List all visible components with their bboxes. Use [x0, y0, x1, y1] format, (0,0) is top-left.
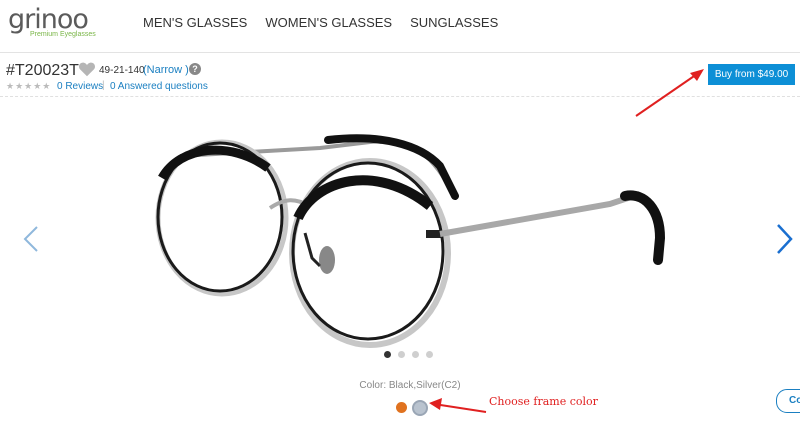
- site-logo[interactable]: grinoo Premium Eyeglasses: [8, 4, 108, 40]
- heart-icon[interactable]: [78, 61, 96, 77]
- nav-sunglasses[interactable]: SUNGLASSES: [410, 15, 498, 30]
- carousel-dot[interactable]: [412, 351, 419, 358]
- color-label: Color: Black,Silver(C2): [359, 380, 461, 391]
- annotation-arrowhead-color: [429, 398, 442, 410]
- main-nav: MEN'S GLASSES WOMEN'S GLASSES SUNGLASSES: [143, 15, 498, 30]
- fit-link[interactable]: (Narrow ): [143, 64, 189, 76]
- chevron-left-icon[interactable]: [22, 226, 40, 252]
- annotation-arrow-buy: [635, 71, 701, 117]
- carousel-dots: [384, 351, 433, 358]
- carousel-dot[interactable]: [384, 351, 391, 358]
- annotation-arrow-color: [433, 403, 487, 413]
- header: grinoo Premium Eyeglasses MEN'S GLASSES …: [0, 0, 800, 46]
- color-swatch-orange[interactable]: [396, 402, 407, 413]
- section-divider: [0, 96, 800, 97]
- color-swatch-silver[interactable]: [412, 400, 428, 416]
- help-icon[interactable]: ?: [189, 63, 201, 75]
- carousel-dot[interactable]: [426, 351, 433, 358]
- nav-mens-glasses[interactable]: MEN'S GLASSES: [143, 15, 247, 30]
- answered-questions-link[interactable]: 0 Answered questions: [110, 81, 208, 92]
- annotation-text: Choose frame color: [489, 395, 598, 408]
- frame-sizes: 49-21-140: [99, 65, 145, 76]
- separator: |: [102, 80, 105, 91]
- reviews-link[interactable]: 0 Reviews: [57, 81, 103, 92]
- carousel-dot[interactable]: [398, 351, 405, 358]
- product-image: [155, 134, 666, 348]
- buy-button[interactable]: Buy from $49.00: [708, 64, 795, 85]
- rating-stars: ★★★★★: [6, 81, 52, 91]
- logo-tagline: Premium Eyeglasses: [30, 31, 96, 38]
- partial-button[interactable]: Co: [776, 389, 800, 413]
- header-divider: [0, 52, 800, 53]
- chevron-right-icon[interactable]: [774, 224, 794, 254]
- nav-womens-glasses[interactable]: WOMEN'S GLASSES: [265, 15, 392, 30]
- product-sku: #T20023T: [6, 62, 79, 79]
- annotation-arrowhead-buy: [690, 69, 704, 81]
